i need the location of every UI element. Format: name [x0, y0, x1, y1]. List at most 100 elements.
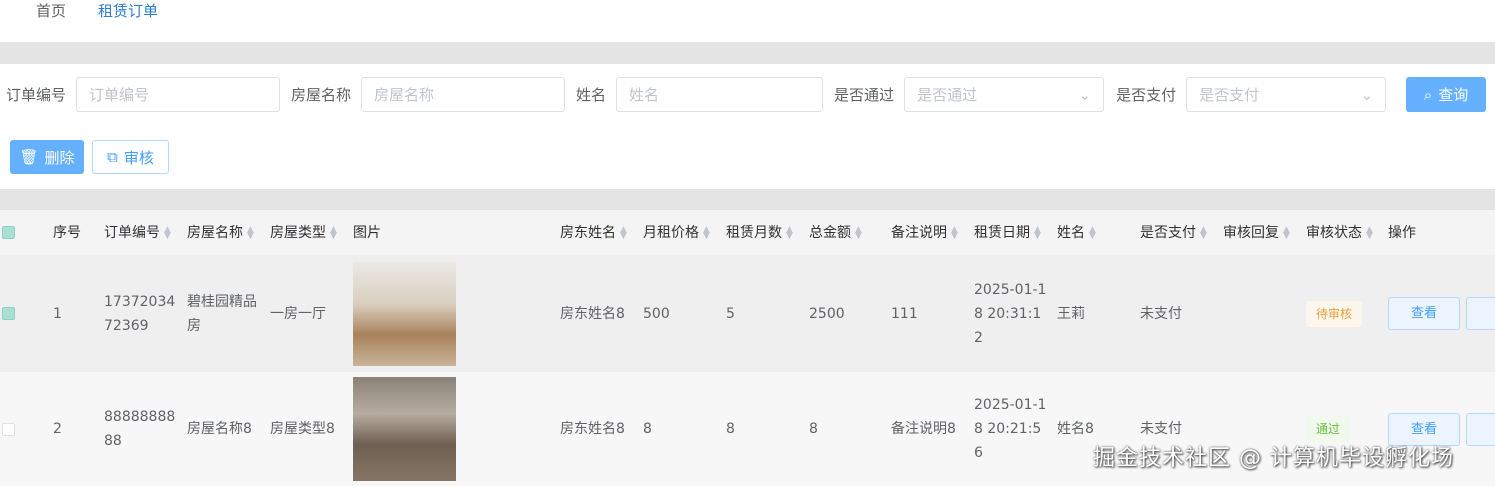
sort-icon[interactable]: ▲ ▼	[247, 225, 254, 240]
header-index: 序号	[53, 224, 81, 241]
sort-icon[interactable]: ▲ ▼	[1366, 225, 1373, 240]
order-no-label: 订单编号	[6, 86, 67, 104]
cell-date: 2025-01-18 20:21:56	[974, 397, 1047, 461]
cell-remark: 备注说明8	[891, 421, 956, 437]
audit-label: 审核	[123, 148, 154, 167]
cell-price: 8	[643, 421, 652, 437]
audit-button[interactable]: ⧉ 审核	[92, 140, 169, 174]
name-label: 姓名	[576, 86, 607, 104]
cell-total: 2500	[809, 305, 845, 322]
header-label: 月租价格	[643, 224, 699, 241]
sort-icon[interactable]: ▲ ▼	[330, 225, 337, 240]
cell-total: 8	[809, 421, 818, 437]
status-badge: 待审核	[1306, 300, 1363, 327]
header-price[interactable]: 月租价格 ▲ ▼	[635, 221, 718, 245]
header-paid[interactable]: 是否支付 ▲ ▼	[1132, 221, 1215, 245]
breadcrumb-current: 租赁订单	[98, 2, 159, 20]
cell-house-type: 一房一厅	[270, 305, 326, 322]
header-label: 总金额	[809, 224, 851, 241]
header-label: 房屋类型	[270, 224, 326, 241]
header-house-name[interactable]: 房屋名称 ▲ ▼	[179, 221, 262, 245]
delete-button[interactable]: 🗑 删除	[10, 140, 84, 174]
name-input[interactable]: 姓名	[616, 77, 824, 112]
paid-label: 是否支付	[1116, 86, 1177, 104]
header-date[interactable]: 租赁日期 ▲ ▼	[966, 221, 1049, 245]
breadcrumb: 首页 租赁订单	[36, 0, 158, 30]
header-label: 租赁日期	[974, 224, 1030, 241]
status-badge: 通过	[1306, 416, 1351, 442]
cell-index: 1	[53, 305, 62, 322]
breadcrumb-home[interactable]: 首页	[36, 0, 66, 30]
query-label: 查询	[1438, 86, 1469, 104]
trash-icon: 🗑	[19, 148, 39, 166]
cell-index: 2	[53, 421, 62, 437]
header-total[interactable]: 总金额 ▲ ▼	[801, 221, 883, 245]
cell-house-name: 碧桂园精品房	[187, 293, 257, 334]
header-label: 订单编号	[104, 224, 160, 241]
delete-row-button[interactable]: 删	[1466, 297, 1495, 330]
approved-select[interactable]: 是否通过 ⌄	[904, 77, 1105, 112]
query-button[interactable]: ⌕ 查询	[1406, 77, 1486, 112]
cell-house-type: 房屋类型8	[270, 421, 335, 437]
sort-icon[interactable]: ▲ ▼	[1034, 225, 1041, 240]
cell-price: 500	[643, 305, 670, 322]
header-label: 姓名	[1057, 224, 1085, 241]
sort-icon[interactable]: ▲ ▼	[1089, 225, 1096, 240]
header-months[interactable]: 租赁月数 ▲ ▼	[718, 221, 801, 245]
header-landlord[interactable]: 房东姓名 ▲ ▼	[552, 221, 635, 245]
header-label: 备注说明	[891, 224, 947, 241]
order-no-input[interactable]: 订单编号	[76, 77, 281, 112]
header-remark[interactable]: 备注说明 ▲ ▼	[883, 221, 966, 245]
divider	[0, 42, 1495, 64]
cell-order-no: 8888888888	[104, 409, 176, 449]
cell-months: 8	[726, 421, 735, 437]
header-name[interactable]: 姓名 ▲ ▼	[1049, 221, 1132, 245]
sort-icon[interactable]: ▲ ▼	[786, 225, 793, 240]
header-label: 房东姓名	[560, 224, 616, 241]
cell-name: 王莉	[1057, 305, 1085, 322]
cell-paid: 未支付	[1140, 421, 1182, 437]
row-checkbox[interactable]	[2, 307, 15, 320]
chevron-down-icon: ⌄	[1078, 85, 1092, 104]
sort-icon[interactable]: ▲ ▼	[855, 225, 862, 240]
house-image[interactable]	[353, 377, 456, 481]
search-icon: ⌕	[1423, 85, 1433, 104]
cell-landlord: 房东姓名8	[560, 421, 625, 437]
header-label: 房屋名称	[187, 224, 243, 241]
header-house-type[interactable]: 房屋类型 ▲ ▼	[262, 221, 345, 245]
header-status[interactable]: 审核状态 ▲ ▼	[1298, 221, 1380, 245]
table-row: 1 1737203472369 碧桂园精品房 一房一厅 房东姓名8 500 5 …	[0, 255, 1495, 372]
house-image[interactable]	[353, 261, 456, 366]
sort-icon[interactable]: ▲ ▼	[1283, 225, 1290, 240]
header-order-no[interactable]: 订单编号 ▲ ▼	[96, 221, 179, 245]
approved-label: 是否通过	[834, 86, 895, 104]
sort-icon[interactable]: ▲ ▼	[620, 225, 627, 240]
delete-label: 删除	[44, 148, 75, 167]
sort-icon[interactable]: ▲ ▼	[1200, 225, 1207, 240]
cell-date: 2025-01-18 20:31:12	[974, 281, 1047, 346]
house-name-input[interactable]: 房屋名称	[361, 77, 566, 112]
view-button[interactable]: 查看	[1388, 297, 1460, 330]
cell-house-name: 房屋名称8	[187, 421, 252, 437]
sort-icon[interactable]: ▲ ▼	[164, 225, 171, 240]
header-label: 审核状态	[1306, 224, 1362, 241]
header-label: 是否支付	[1140, 224, 1196, 241]
cell-landlord: 房东姓名8	[560, 305, 625, 322]
select-all-checkbox[interactable]	[2, 226, 15, 239]
sort-icon[interactable]: ▲ ▼	[703, 225, 710, 240]
chevron-down-icon: ⌄	[1360, 85, 1374, 104]
row-checkbox[interactable]	[2, 422, 15, 436]
audit-icon: ⧉	[107, 148, 118, 166]
watermark: 掘金技术社区 @ 计算机毕设孵化场	[1093, 446, 1454, 471]
delete-row-button[interactable]: 删	[1466, 412, 1495, 446]
cell-remark: 111	[891, 305, 918, 322]
paid-select[interactable]: 是否支付 ⌄	[1186, 77, 1387, 112]
cell-order-no: 1737203472369	[104, 293, 176, 334]
sort-icon[interactable]: ▲ ▼	[951, 225, 958, 240]
approved-select-placeholder: 是否通过	[917, 86, 978, 104]
cell-name: 姓名8	[1057, 421, 1094, 437]
header-reply[interactable]: 审核回复 ▲ ▼	[1215, 221, 1298, 245]
divider	[0, 189, 1495, 210]
house-name-label: 房屋名称	[291, 86, 352, 104]
search-form: 订单编号 订单编号 房屋名称 房屋名称 姓名 姓名 是否通过 是否通过 ⌄ 是否支…	[0, 77, 1495, 112]
